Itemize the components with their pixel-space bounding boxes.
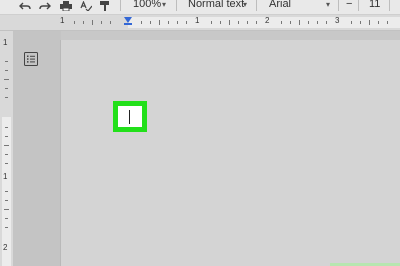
toolbar-divider (338, 0, 339, 11)
horizontal-ruler[interactable]: 1 1 2 3 (0, 15, 400, 31)
ruler-tick (308, 21, 309, 24)
ruler-tick (256, 21, 257, 24)
ruler-tick (229, 20, 230, 25)
vertical-ruler-tick (4, 79, 9, 80)
vertical-ruler-tick (5, 191, 8, 192)
document-page[interactable] (61, 40, 400, 266)
ruler-tick (281, 21, 282, 24)
print-icon[interactable] (59, 0, 73, 11)
ruler-tick (317, 21, 318, 24)
redo-icon[interactable] (38, 0, 52, 11)
ruler-tick (92, 20, 93, 25)
ruler-tick (220, 21, 221, 24)
ruler-tick (83, 21, 84, 24)
ruler-number: 2 (265, 16, 270, 25)
ruler-tick (247, 21, 248, 24)
ruler-number: 1 (195, 16, 200, 25)
toolbar-divider (389, 0, 390, 11)
font-family-select[interactable]: Arial (269, 0, 291, 11)
ruler-tick (101, 21, 102, 24)
vertical-ruler-tick (5, 70, 8, 71)
vertical-ruler-tick (5, 61, 8, 62)
vertical-ruler-tick (5, 127, 8, 128)
vertical-ruler-number: 1 (3, 172, 8, 181)
toolbar-divider (120, 0, 121, 11)
vertical-ruler-tick (5, 227, 8, 228)
font-size-input[interactable]: 11 (369, 0, 380, 11)
undo-icon[interactable] (18, 0, 32, 11)
ruler-tick (141, 21, 142, 24)
style-dropdown-arrow[interactable]: ▾ (243, 0, 247, 11)
ruler-tick (290, 21, 291, 24)
ruler-tick (238, 21, 239, 24)
spellcheck-icon[interactable] (79, 0, 93, 11)
font-dropdown-arrow[interactable]: ▾ (326, 0, 330, 11)
left-indent-marker[interactable] (124, 23, 132, 25)
document-outline-icon[interactable] (24, 52, 38, 66)
toolbar-divider (176, 0, 177, 11)
ruler-tick (360, 21, 361, 24)
ruler-tick (369, 20, 370, 25)
cursor-highlight-box (113, 101, 147, 132)
vertical-ruler-tick (5, 88, 8, 89)
ruler-tick (150, 21, 151, 24)
toolbar-divider (256, 0, 257, 11)
toolbar: 100% ▾ Normal text ▾ Arial ▾ − 11 (0, 0, 400, 15)
toolbar-divider (358, 0, 359, 11)
vertical-ruler-number: 1 (3, 38, 8, 47)
vertical-ruler-tick (4, 209, 9, 210)
zoom-dropdown-arrow[interactable]: ▾ (162, 0, 166, 11)
ruler-tick (74, 21, 75, 24)
decrease-font-size-button[interactable]: − (346, 0, 352, 11)
ruler-tick (351, 21, 352, 24)
vertical-ruler[interactable]: 1 1 2 (0, 31, 13, 266)
text-cursor[interactable] (129, 110, 130, 124)
ruler-number: 3 (335, 16, 340, 25)
ruler-number: 1 (60, 16, 65, 25)
ruler-tick (387, 21, 388, 24)
vertical-ruler-number: 2 (3, 243, 8, 252)
paint-format-icon[interactable] (98, 0, 112, 11)
ruler-tick (186, 21, 187, 24)
ruler-tick (211, 21, 212, 24)
ruler-tick (177, 21, 178, 24)
document-gutter (13, 31, 61, 266)
paragraph-style-select[interactable]: Normal text (188, 0, 244, 11)
vertical-ruler-tick (5, 97, 8, 98)
ruler-tick (326, 21, 327, 24)
vertical-ruler-tick (5, 136, 8, 137)
vertical-ruler-tick (5, 154, 8, 155)
vertical-ruler-tick (5, 163, 8, 164)
vertical-ruler-tick (5, 218, 8, 219)
ruler-tick (110, 21, 111, 24)
vertical-ruler-tick (5, 200, 8, 201)
ruler-tick (378, 21, 379, 24)
vertical-ruler-tick (4, 145, 9, 146)
zoom-select[interactable]: 100% (133, 0, 161, 11)
ruler-tick (159, 20, 160, 25)
ruler-tick (168, 21, 169, 24)
ruler-tick (299, 20, 300, 25)
